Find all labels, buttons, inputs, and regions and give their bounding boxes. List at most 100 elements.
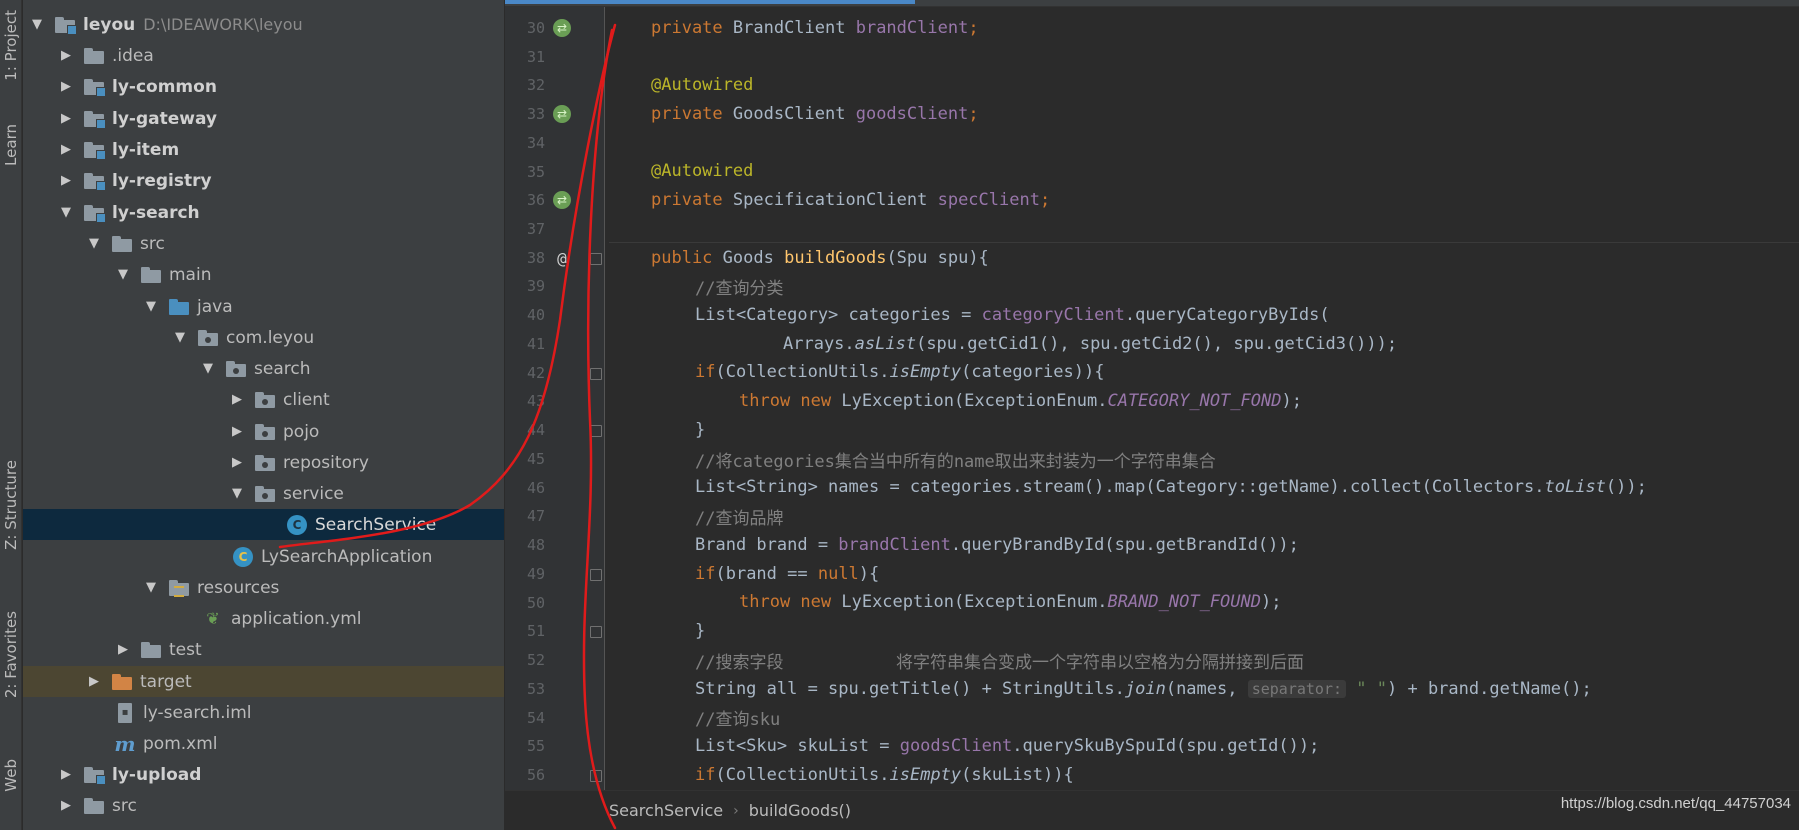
tree-item-idea[interactable]: ▶ .idea bbox=[23, 40, 504, 71]
tree-item-application-yml[interactable]: ❦ application.yml bbox=[23, 603, 504, 634]
tree-item-ly-search[interactable]: ▼ ly-search bbox=[23, 197, 504, 228]
tree-item-label: ly-registry bbox=[112, 170, 212, 191]
fold-toggle-icon[interactable] bbox=[590, 253, 602, 265]
tree-item-ly-search-iml[interactable]: ▪ ly-search.iml bbox=[23, 697, 504, 728]
tree-item-pom-xml[interactable]: m pom.xml bbox=[23, 728, 504, 759]
collapsed-arrow-icon[interactable]: ▶ bbox=[58, 111, 74, 127]
collapsed-arrow-icon[interactable]: ▶ bbox=[115, 642, 131, 658]
tree-item-label: pom.xml bbox=[143, 733, 218, 754]
tree-item-resources[interactable]: ▼ resources bbox=[23, 572, 504, 603]
excluded-folder-icon bbox=[112, 673, 132, 690]
collapsed-arrow-icon[interactable]: ▶ bbox=[86, 674, 102, 690]
tree-item-label: search bbox=[254, 358, 311, 379]
favorites-tool-tab[interactable]: 2: Favorites bbox=[0, 590, 22, 720]
code-line-36: private SpecificationClient specClient; bbox=[609, 186, 1050, 214]
comment: //查询品牌 bbox=[695, 508, 784, 529]
expanded-arrow-icon[interactable]: ▼ bbox=[143, 580, 159, 596]
code-text: LyException(ExceptionEnum. bbox=[841, 391, 1108, 411]
spring-bean-icon[interactable]: ⇄ bbox=[551, 103, 573, 125]
type-name: BrandClient bbox=[732, 18, 856, 38]
fold-toggle-icon[interactable] bbox=[590, 770, 602, 782]
tree-item-ly-upload[interactable]: ▶ ly-upload bbox=[23, 759, 504, 790]
collapsed-arrow-icon[interactable]: ▶ bbox=[58, 142, 74, 158]
expanded-arrow-icon[interactable]: ▼ bbox=[115, 267, 131, 283]
expanded-arrow-icon[interactable]: ▼ bbox=[29, 17, 45, 33]
line-number: 40 bbox=[526, 306, 545, 324]
tree-item-java[interactable]: ▼ java bbox=[23, 291, 504, 322]
collapsed-arrow-icon[interactable]: ▶ bbox=[229, 392, 245, 408]
tree-item-label: .idea bbox=[112, 45, 154, 66]
tree-item-service[interactable]: ▼ service bbox=[23, 478, 504, 509]
structure-tool-tab[interactable]: Z: Structure bbox=[0, 440, 22, 570]
folder-icon bbox=[141, 266, 161, 283]
tree-item-pojo[interactable]: ▶ pojo bbox=[23, 416, 504, 447]
tree-item-lysearchapplication[interactable]: C LySearchApplication bbox=[23, 541, 504, 572]
line-number: 38 bbox=[526, 249, 545, 267]
code-line-49: if (brand == null){ bbox=[609, 560, 879, 588]
line-number: 43 bbox=[526, 392, 545, 410]
expanded-arrow-icon[interactable]: ▼ bbox=[229, 486, 245, 502]
expanded-arrow-icon[interactable]: ▼ bbox=[58, 205, 74, 221]
collapsed-arrow-icon[interactable]: ▶ bbox=[58, 48, 74, 64]
breadcrumb-method[interactable]: buildGoods() bbox=[739, 801, 851, 820]
tree-item-ly-gateway[interactable]: ▶ ly-gateway bbox=[23, 103, 504, 134]
fold-toggle-icon[interactable] bbox=[590, 368, 602, 380]
class-icon: C bbox=[287, 514, 307, 535]
comment: //查询sku bbox=[695, 709, 781, 730]
tree-item-ly-registry[interactable]: ▶ ly-registry bbox=[23, 165, 504, 196]
spring-bean-icon[interactable]: ⇄ bbox=[551, 17, 573, 39]
collapsed-arrow-icon[interactable]: ▶ bbox=[229, 455, 245, 471]
expanded-arrow-icon[interactable]: ▼ bbox=[143, 299, 159, 315]
tree-item-ly-common[interactable]: ▶ ly-common bbox=[23, 71, 504, 102]
tree-item-search[interactable]: ▼ search bbox=[23, 353, 504, 384]
fold-toggle-icon[interactable] bbox=[590, 425, 602, 437]
module-folder-icon bbox=[55, 16, 77, 35]
fold-toggle-icon[interactable] bbox=[590, 626, 602, 638]
code-text: String all = spu.getTitle() + StringUtil… bbox=[695, 679, 1125, 699]
collapsed-arrow-icon[interactable]: ▶ bbox=[229, 424, 245, 440]
collapsed-arrow-icon[interactable]: ▶ bbox=[58, 767, 74, 783]
code-text: (categories)){ bbox=[961, 362, 1105, 382]
tree-item-ly-item[interactable]: ▶ ly-item bbox=[23, 134, 504, 165]
semicolon: ; bbox=[968, 18, 979, 38]
tree-item-label: SearchService bbox=[315, 514, 437, 535]
line-number: 56 bbox=[526, 766, 545, 784]
tree-item-client[interactable]: ▶ client bbox=[23, 384, 504, 415]
tree-item-label: leyou bbox=[83, 14, 136, 35]
tree-item-test[interactable]: ▶ test bbox=[23, 634, 504, 665]
expanded-arrow-icon[interactable]: ▼ bbox=[86, 236, 102, 252]
field-name: goodsClient bbox=[855, 104, 969, 124]
expanded-arrow-icon[interactable]: ▼ bbox=[200, 361, 216, 377]
learn-tool-tab[interactable]: Learn bbox=[0, 100, 22, 190]
tree-item-repository[interactable]: ▶ repository bbox=[23, 447, 504, 478]
annotation-marker-icon[interactable]: @ bbox=[551, 247, 573, 269]
package-icon bbox=[255, 485, 275, 502]
static-method: join bbox=[1124, 679, 1166, 699]
code-line-45: //将categories集合当中所有的name取出来封装为一个字符串集合 bbox=[609, 445, 1216, 473]
collapsed-arrow-icon[interactable]: ▶ bbox=[58, 798, 74, 814]
project-tool-tab[interactable]: 1: Project bbox=[0, 0, 22, 90]
tree-item-root-src[interactable]: ▶ src bbox=[23, 790, 504, 821]
line-number: 32 bbox=[526, 76, 545, 94]
tree-item-label: com.leyou bbox=[226, 327, 315, 348]
tree-item-com-leyou[interactable]: ▼ com.leyou bbox=[23, 322, 504, 353]
tree-root-leyou[interactable]: ▼ leyou D:\IDEAWORK\leyou bbox=[23, 9, 504, 40]
breadcrumb-class[interactable]: SearchService bbox=[505, 801, 723, 820]
code-text: ); bbox=[1281, 391, 1302, 411]
tree-item-src[interactable]: ▼ src bbox=[23, 228, 504, 259]
spring-bean-icon[interactable]: ⇄ bbox=[551, 189, 573, 211]
tree-item-main[interactable]: ▼ main bbox=[23, 259, 504, 290]
collapsed-arrow-icon[interactable]: ▶ bbox=[58, 79, 74, 95]
tree-item-label: target bbox=[140, 671, 192, 692]
tree-item-target[interactable]: ▶ target bbox=[23, 666, 504, 697]
fold-toggle-icon[interactable] bbox=[590, 569, 602, 581]
tree-item-searchservice[interactable]: C SearchService bbox=[23, 509, 504, 540]
collapsed-arrow-icon[interactable]: ▶ bbox=[58, 173, 74, 189]
code-text: (CollectionUtils. bbox=[715, 765, 890, 785]
tree-item-label: resources bbox=[197, 577, 280, 598]
method-name: buildGoods bbox=[784, 248, 887, 268]
tree-item-label: test bbox=[169, 639, 202, 660]
code-text: ); bbox=[1261, 592, 1282, 612]
web-tool-tab[interactable]: Web bbox=[0, 735, 22, 815]
expanded-arrow-icon[interactable]: ▼ bbox=[172, 330, 188, 346]
